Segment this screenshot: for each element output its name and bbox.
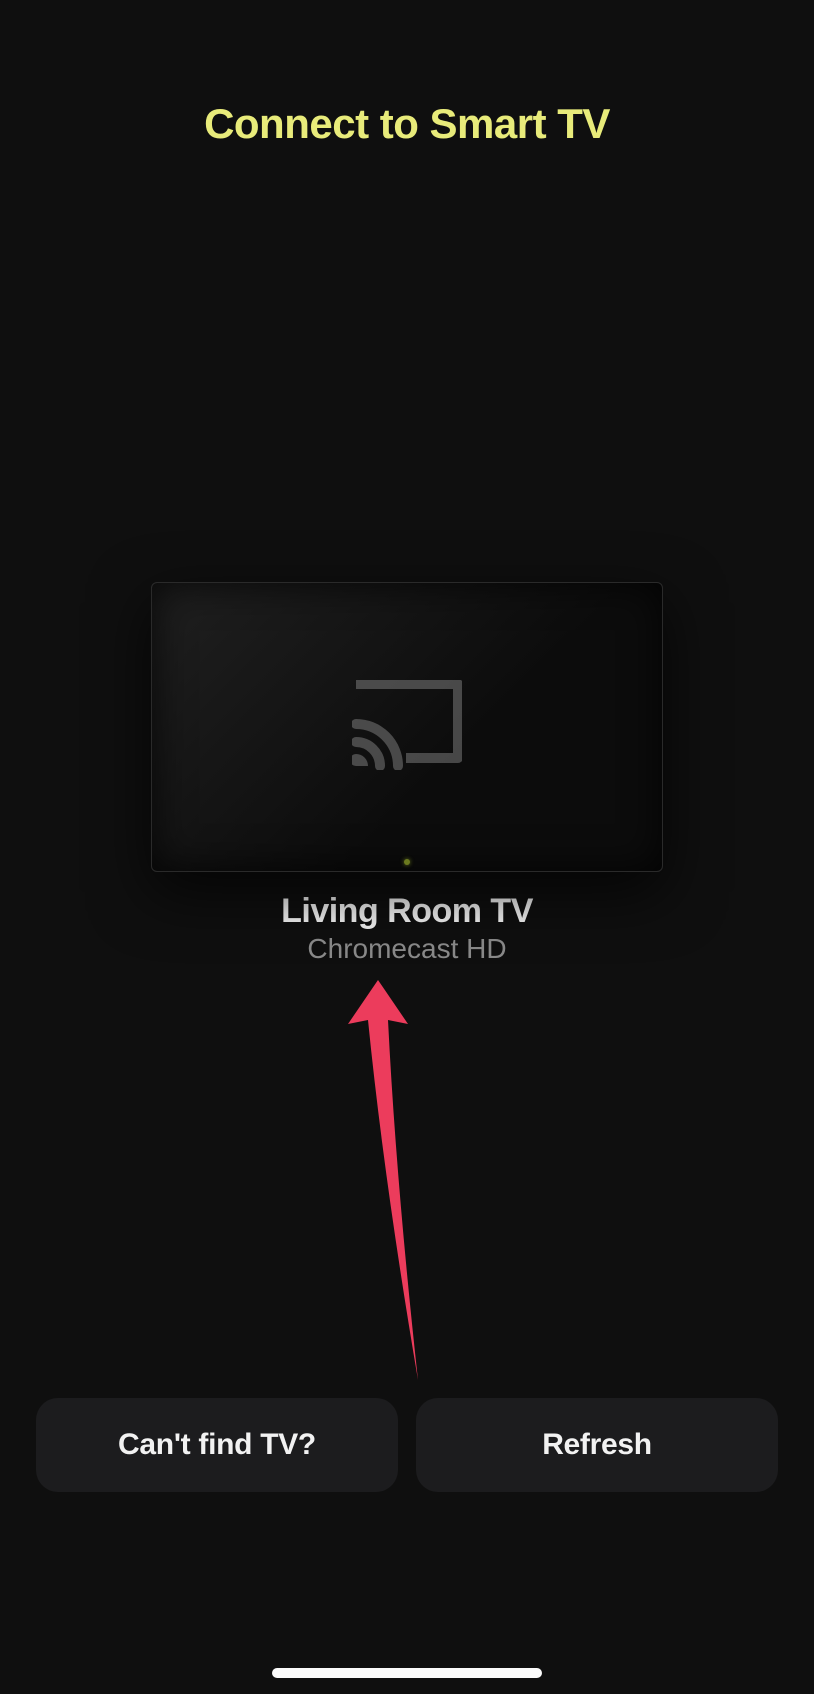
page-title: Connect to Smart TV [0,100,814,148]
device-card-living-room-tv[interactable]: Living Room TV Chromecast HD [151,582,663,965]
device-type: Chromecast HD [151,933,663,965]
footer-actions: Can't find TV? Refresh [36,1398,778,1492]
cast-icon [352,680,462,775]
refresh-button[interactable]: Refresh [416,1398,778,1492]
device-name: Living Room TV [151,892,663,931]
home-indicator[interactable] [272,1668,542,1678]
cant-find-tv-button[interactable]: Can't find TV? [36,1398,398,1492]
tv-frame [151,582,663,872]
annotation-arrow-icon [348,980,468,1385]
connect-tv-screen: Connect to Smart TV Living Room TV Chrom… [0,0,814,1694]
